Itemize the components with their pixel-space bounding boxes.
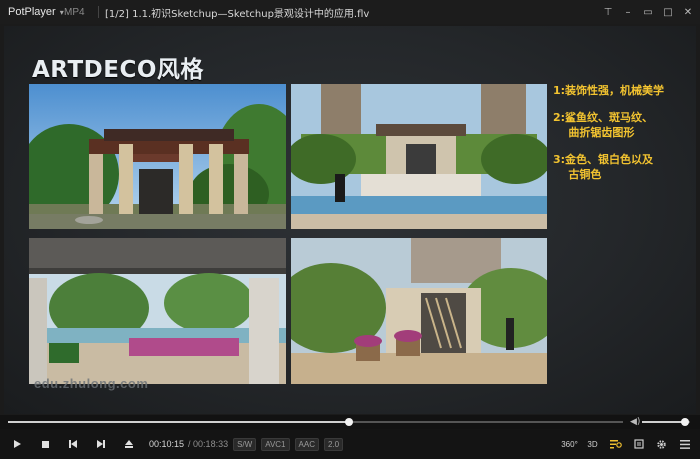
photo-plaza xyxy=(291,84,547,229)
seek-slider[interactable] xyxy=(8,418,623,426)
video-area[interactable]: ARTDECO风格 1:装饰性强，机械美学 2:鲨鱼纹、斑马纹、 曲折锯齿图形 … xyxy=(0,24,700,415)
gear-icon xyxy=(657,439,666,449)
volume-icon[interactable]: ◀) xyxy=(630,417,640,427)
next-button[interactable] xyxy=(87,429,115,459)
bullet-item-2: 2:鲨鱼纹、斑马纹、 曲折锯齿图形 xyxy=(553,110,664,140)
close-icon[interactable]: ✕ xyxy=(682,7,694,18)
hamburger-menu-icon xyxy=(679,439,690,449)
3d-button[interactable]: 3D xyxy=(581,429,604,459)
bullet-item-1: 1:装饰性强，机械美学 xyxy=(553,83,664,98)
format-label: MP4 xyxy=(64,6,85,18)
photo-pergola xyxy=(29,238,286,384)
audio-codec-badge[interactable]: AAC xyxy=(294,437,319,451)
volume-slider[interactable] xyxy=(642,418,690,426)
volume-handle[interactable] xyxy=(681,418,690,426)
skip-next-icon xyxy=(97,440,105,448)
playlist-icon xyxy=(633,439,644,449)
photo-feature-wall xyxy=(291,238,547,384)
restore-icon[interactable]: ▭ xyxy=(642,7,654,18)
bullet-text: 3:金色、银白色以及 xyxy=(553,153,654,166)
right-controls: 360° 3D xyxy=(558,429,696,459)
seek-bar-area: ◀) xyxy=(0,415,700,429)
watermark: edu.zhulong.com xyxy=(34,376,149,391)
pin-icon[interactable]: ⊤ xyxy=(602,7,614,18)
equalizer-button[interactable] xyxy=(604,429,627,459)
skip-previous-icon xyxy=(69,440,77,448)
video-codec-badge[interactable]: AVC1 xyxy=(261,437,290,451)
bullet-text: 2:鲨鱼纹、斑马纹、 xyxy=(553,111,654,124)
title-bar[interactable]: PotPlayer ▾ MP4 [1/2] 1.1.初识Sketchup—Ske… xyxy=(0,0,700,24)
stop-icon xyxy=(41,440,49,448)
settings-button[interactable] xyxy=(650,429,673,459)
volume-level xyxy=(642,421,686,423)
maximize-icon[interactable]: □ xyxy=(662,7,674,18)
slide-title: ARTDECO风格 xyxy=(32,57,204,83)
audio-channels-badge[interactable]: 2.0 xyxy=(323,437,344,451)
title-divider xyxy=(98,6,99,18)
app-name: PotPlayer xyxy=(8,6,56,18)
play-icon xyxy=(14,440,21,448)
window-controls: ⊤ – ▭ □ ✕ xyxy=(602,0,694,24)
slide-bullets: 1:装饰性强，机械美学 2:鲨鱼纹、斑马纹、 曲折锯齿图形 3:金色、银白色以及… xyxy=(553,83,664,194)
minimize-icon[interactable]: – xyxy=(622,7,634,18)
eject-icon xyxy=(125,440,133,448)
stop-button[interactable] xyxy=(31,429,59,459)
photo-gateway xyxy=(29,84,286,229)
bullet-text: 1:装饰性强，机械美学 xyxy=(553,84,665,97)
control-bar: 00:10:15 / 00:18:33 S/W AVC1 AAC 2.0 360… xyxy=(0,429,700,459)
bullet-text: 曲折锯齿图形 xyxy=(553,126,635,139)
decoder-badge[interactable]: S/W xyxy=(233,437,257,451)
play-button[interactable] xyxy=(3,429,31,459)
total-time: / 00:18:33 xyxy=(188,439,229,449)
eject-button[interactable] xyxy=(115,429,143,459)
seek-progress xyxy=(8,421,350,423)
equalizer-icon xyxy=(609,440,622,449)
bullet-text: 古铜色 xyxy=(553,168,602,181)
playlist-button[interactable] xyxy=(627,429,650,459)
potplayer-window: PotPlayer ▾ MP4 [1/2] 1.1.初识Sketchup—Ske… xyxy=(0,0,700,459)
bullet-item-3: 3:金色、银白色以及 古铜色 xyxy=(553,152,664,182)
app-menu-button[interactable]: PotPlayer ▾ xyxy=(0,6,64,18)
vr-360-button[interactable]: 360° xyxy=(558,429,581,459)
file-title: [1/2] 1.1.初识Sketchup—Sketchup景观设计中的应用.fl… xyxy=(105,8,370,20)
seek-handle[interactable] xyxy=(345,418,354,426)
menu-button[interactable] xyxy=(673,429,696,459)
previous-button[interactable] xyxy=(59,429,87,459)
presentation-slide: ARTDECO风格 1:装饰性强，机械美学 2:鲨鱼纹、斑马纹、 曲折锯齿图形 … xyxy=(4,26,696,414)
current-time: 00:10:15 xyxy=(149,439,185,449)
